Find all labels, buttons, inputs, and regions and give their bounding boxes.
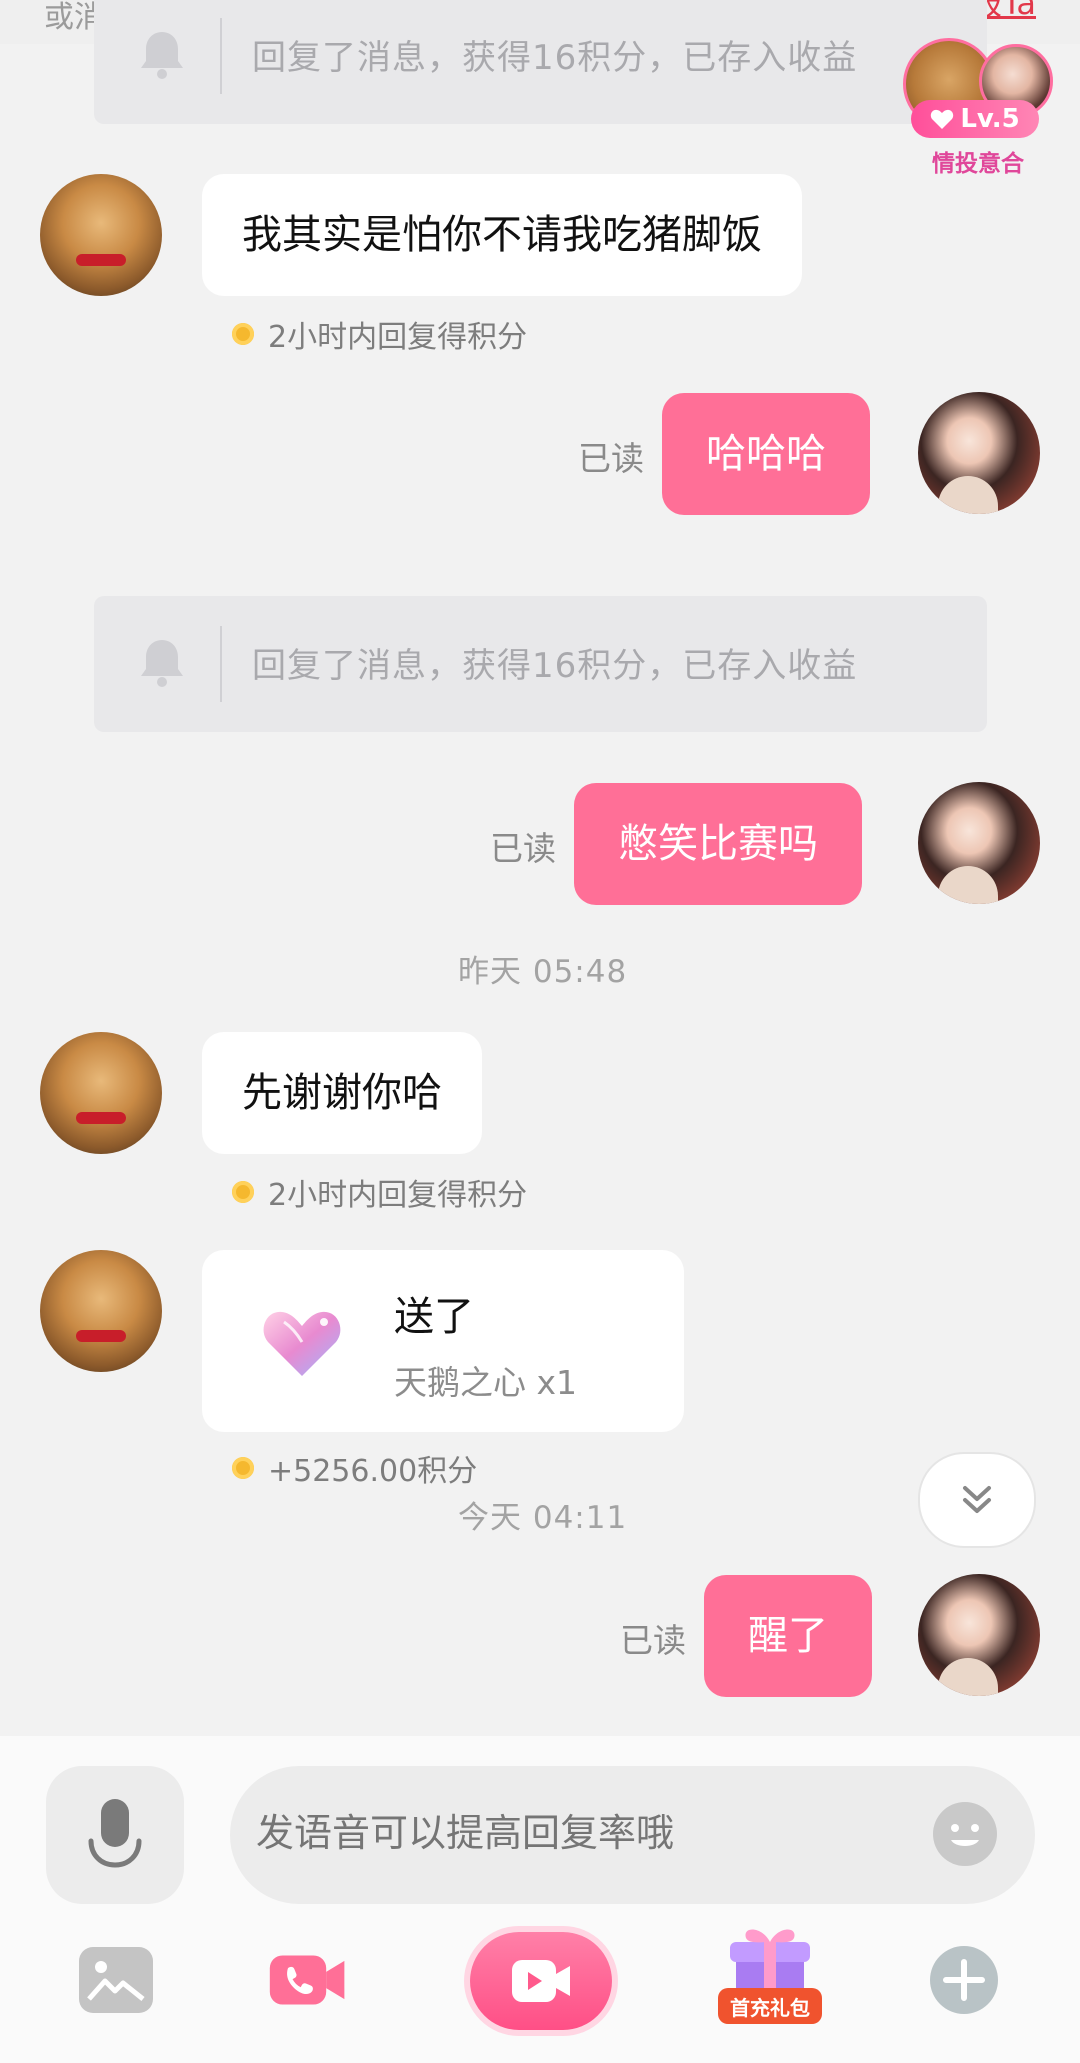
read-status: 已读	[620, 1621, 686, 1660]
gift-pack-label: 首充礼包	[718, 1988, 822, 2024]
gift-item: 天鹅之心 x1	[394, 1363, 578, 1402]
voice-toggle-button[interactable]	[46, 1766, 184, 1904]
timestamp: 今天 04:11	[458, 1500, 628, 1536]
first-recharge-gift-button[interactable]: 首充礼包	[710, 1920, 830, 2040]
intimacy-badge[interactable]: Lv.5 情投意合	[903, 30, 1053, 180]
reply-points-hint: 2小时内回复得积分	[232, 312, 527, 356]
double-chevron-down-icon	[963, 1486, 991, 1513]
gift-points-text: +5256.00积分	[268, 1454, 478, 1489]
peer-avatar[interactable]	[40, 1250, 162, 1372]
intimacy-tag: 情投意合	[932, 151, 1024, 177]
video-call-icon	[269, 1955, 345, 2005]
system-notice: 回复了消息，获得16积分，已存入收益	[94, 0, 987, 124]
gift-title: 送了	[394, 1294, 474, 1340]
video-call-button[interactable]	[268, 1940, 348, 2020]
message-bubble-outgoing[interactable]: 憋笑比赛吗	[574, 783, 862, 905]
my-avatar[interactable]	[918, 782, 1040, 904]
bell-icon	[141, 640, 183, 687]
message-input[interactable]	[254, 1810, 898, 1856]
system-notice: 回复了消息，获得16积分，已存入收益	[94, 596, 987, 732]
gift-card[interactable]: 送了 天鹅之心 x1	[202, 1250, 684, 1432]
notice-text: 回复了消息，获得16积分，已存入收益	[252, 646, 858, 686]
reply-points-hint: 2小时内回复得积分	[232, 1170, 527, 1214]
plus-icon	[930, 1946, 998, 2014]
message-bubble-incoming[interactable]: 我其实是怕你不请我吃猪脚饭	[202, 174, 802, 296]
coin-icon	[232, 323, 254, 345]
my-avatar[interactable]	[918, 392, 1040, 514]
reply-points-text: 2小时内回复得积分	[268, 1178, 528, 1213]
coin-icon	[232, 1181, 254, 1203]
reply-points-text: 2小时内回复得积分	[268, 320, 528, 355]
live-button[interactable]	[470, 1932, 612, 2030]
bell-icon	[141, 32, 183, 79]
microphone-icon	[88, 1799, 142, 1868]
intimacy-level: Lv.5	[911, 100, 1039, 138]
swan-heart-gift-icon	[263, 1311, 341, 1376]
message-bubble-outgoing[interactable]: 哈哈哈	[662, 393, 870, 515]
my-avatar[interactable]	[918, 1574, 1040, 1696]
read-status: 已读	[490, 829, 556, 868]
emoji-icon[interactable]	[933, 1802, 997, 1866]
peer-avatar[interactable]	[40, 174, 162, 296]
notice-divider	[220, 18, 222, 94]
heart-icon	[931, 109, 954, 129]
message-input-container[interactable]	[230, 1766, 1035, 1904]
message-bubble-incoming[interactable]: 先谢谢你哈	[202, 1032, 482, 1154]
notice-text: 回复了消息，获得16积分，已存入收益	[252, 38, 858, 78]
peer-avatar[interactable]	[40, 1032, 162, 1154]
level-text: Lv.5	[960, 104, 1020, 134]
notice-divider	[220, 626, 222, 702]
gift-points: +5256.00积分	[232, 1446, 477, 1490]
coin-icon	[232, 1457, 254, 1479]
image-button[interactable]	[76, 1940, 156, 2020]
timestamp: 昨天 05:48	[458, 954, 628, 990]
read-status: 已读	[578, 439, 644, 478]
image-icon	[79, 1947, 153, 2013]
more-button[interactable]	[924, 1940, 1004, 2020]
live-icon	[512, 1960, 570, 2002]
message-bubble-outgoing[interactable]: 醒了	[704, 1575, 872, 1697]
scroll-to-bottom-button[interactable]	[918, 1452, 1036, 1548]
